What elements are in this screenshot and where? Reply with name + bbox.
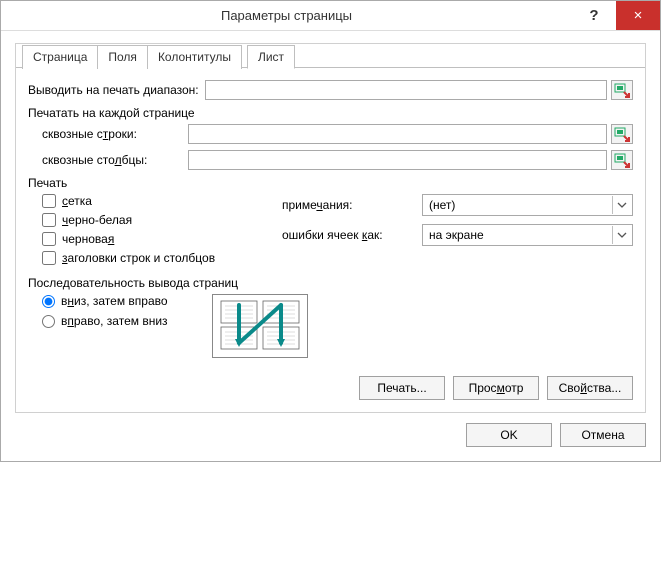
gridlines-checkbox[interactable] (42, 194, 56, 208)
options-button[interactable]: Свойства... (547, 376, 633, 400)
tab-page[interactable]: Страница (22, 45, 98, 69)
order-down-label: вниз, затем вправо (61, 294, 168, 308)
chevron-down-icon (612, 196, 630, 214)
order-over-radio[interactable] (42, 315, 55, 328)
page-order-legend: Последовательность вывода страниц (28, 276, 633, 290)
tab-strip: Страница Поля Колонтитулы Лист (16, 44, 633, 68)
print-area-input[interactable] (205, 80, 607, 100)
draft-checkbox[interactable] (42, 232, 56, 246)
gridlines-label: сетка (62, 194, 92, 208)
errors-value: на экране (429, 228, 484, 242)
bw-checkbox[interactable] (42, 213, 56, 227)
tab-sheet[interactable]: Лист (247, 45, 295, 69)
repeat-group-legend: Печатать на каждой странице (28, 106, 633, 120)
tab-fields[interactable]: Поля (97, 45, 148, 69)
close-button[interactable]: × (616, 1, 660, 30)
order-down-radio[interactable] (42, 295, 55, 308)
titlebar: Параметры страницы ? × (1, 1, 660, 31)
ok-button[interactable]: OK (466, 423, 552, 447)
headings-checkbox[interactable] (42, 251, 56, 265)
print-area-label: Выводить на печать диапазон: (28, 83, 199, 97)
bw-label: черно-белая (62, 213, 132, 227)
page-setup-dialog: Параметры страницы ? × Страница Поля Кол… (0, 0, 661, 462)
comments-select[interactable]: (нет) (422, 194, 633, 216)
repeat-rows-label: сквозные строки: (42, 127, 182, 141)
print-group-legend: Печать (28, 176, 633, 190)
repeat-cols-label: сквозные столбцы: (42, 153, 182, 167)
print-button[interactable]: Печать... (359, 376, 445, 400)
repeat-rows-range-picker-icon[interactable] (611, 124, 633, 144)
errors-select[interactable]: на экране (422, 224, 633, 246)
print-area-range-picker-icon[interactable] (611, 80, 633, 100)
repeat-rows-input[interactable] (188, 124, 607, 144)
order-over-label: вправо, затем вниз (61, 314, 168, 328)
errors-label: ошибки ячеек как: (282, 228, 422, 242)
comments-value: (нет) (429, 198, 455, 212)
help-button[interactable]: ? (572, 1, 616, 30)
page-order-preview-icon (212, 294, 308, 358)
cancel-button[interactable]: Отмена (560, 423, 646, 447)
repeat-cols-range-picker-icon[interactable] (611, 150, 633, 170)
draft-label: черновая (62, 232, 114, 246)
tab-headers[interactable]: Колонтитулы (147, 45, 242, 69)
repeat-cols-input[interactable] (188, 150, 607, 170)
window-title: Параметры страницы (1, 8, 572, 23)
comments-label: примечания: (282, 198, 422, 212)
chevron-down-icon (612, 226, 630, 244)
headings-label: заголовки строк и столбцов (62, 251, 215, 265)
preview-button[interactable]: Просмотр (453, 376, 539, 400)
